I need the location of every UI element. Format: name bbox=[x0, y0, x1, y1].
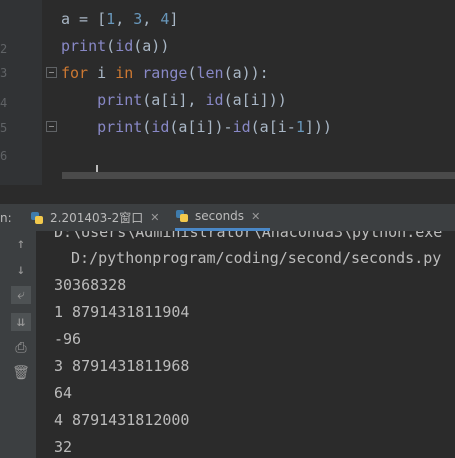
tab-run-config-1[interactable]: 2.201403-2窗口 ✕ bbox=[30, 204, 159, 231]
console-output[interactable]: D:\Users\Administrator\Anaconda3\python.… bbox=[36, 231, 455, 458]
code-token: (a[i])) bbox=[223, 91, 287, 109]
line-number: 3 bbox=[0, 66, 8, 80]
console-line: 1 8791431811904 bbox=[54, 303, 190, 321]
code-token: (a[i- bbox=[250, 118, 296, 136]
run-tab-bar: n: 2.201403-2窗口 ✕ seconds ✕ bbox=[0, 204, 455, 231]
console-line: 64 bbox=[54, 384, 73, 402]
line-number: 5 bbox=[0, 121, 8, 135]
code-token: , bbox=[142, 10, 161, 28]
code-line: print(a[i], id(a[i])) bbox=[61, 91, 287, 109]
code-line: print(id(a[i])-id(a[i-1])) bbox=[61, 118, 332, 136]
line-number: 2 bbox=[0, 42, 8, 56]
up-arrow-icon[interactable]: ↑ bbox=[11, 235, 31, 253]
tab-seconds[interactable]: seconds ✕ bbox=[175, 204, 271, 231]
horizontal-scrollbar[interactable] bbox=[62, 172, 455, 179]
console-toolbar: ↑ ↓ ⤶ ⇊ ⎙ 🗑 bbox=[0, 231, 36, 458]
code-token: (a[i], bbox=[142, 91, 206, 109]
code-editor[interactable]: 2 3 4 5 6 a = [1, 3, 4] print(id(a)) for… bbox=[0, 0, 455, 185]
code-token: print bbox=[97, 118, 143, 136]
console-line: D:\Users\Administrator\Anaconda3\python.… bbox=[54, 231, 443, 241]
code-token: ])) bbox=[304, 118, 332, 136]
code-line: for i in range(len(a)): bbox=[61, 64, 269, 82]
code-token: i bbox=[88, 64, 116, 82]
code-line: print(id(a)) bbox=[61, 37, 169, 55]
python-file-icon bbox=[30, 211, 44, 225]
close-icon[interactable]: ✕ bbox=[251, 210, 260, 223]
code-token: (a[i])- bbox=[169, 118, 233, 136]
code-token: ( bbox=[106, 37, 116, 55]
console-line: D:/pythonprogram/coding/second/seconds.p… bbox=[62, 249, 442, 267]
fold-toggle-icon[interactable] bbox=[46, 67, 57, 78]
code-token: (a)): bbox=[223, 64, 269, 82]
console-line: 30368328 bbox=[54, 276, 127, 294]
console-line: 4 8791431812000 bbox=[54, 411, 190, 429]
line-number: 4 bbox=[0, 96, 8, 110]
run-label: n: bbox=[0, 210, 12, 225]
fold-toggle-icon[interactable] bbox=[46, 121, 57, 132]
scroll-to-end-icon[interactable]: ⇊ bbox=[11, 313, 31, 331]
tab-label: seconds bbox=[195, 209, 245, 223]
code-token: id bbox=[232, 118, 251, 136]
tab-label: 2.201403-2窗口 bbox=[50, 211, 144, 225]
trash-icon[interactable]: 🗑 bbox=[11, 364, 31, 382]
python-file-icon bbox=[175, 209, 189, 223]
code-token: 1 bbox=[295, 118, 305, 136]
code-token: range bbox=[142, 64, 188, 82]
code-token: id bbox=[115, 37, 134, 55]
soft-wrap-icon[interactable]: ⤶ bbox=[11, 286, 31, 304]
code-token: for bbox=[61, 64, 89, 82]
code-token: ] bbox=[169, 10, 179, 28]
down-arrow-icon[interactable]: ↓ bbox=[11, 261, 31, 279]
line-gutter: 2 3 4 5 6 bbox=[0, 0, 42, 185]
print-icon[interactable]: ⎙ bbox=[11, 339, 31, 357]
code-token: print bbox=[61, 37, 107, 55]
line-number: 6 bbox=[0, 149, 8, 163]
console-line: 3 8791431811968 bbox=[54, 357, 190, 375]
code-token: print bbox=[97, 91, 143, 109]
code-token: in bbox=[115, 64, 134, 82]
console-line: -96 bbox=[54, 330, 82, 348]
code-token: , bbox=[115, 10, 134, 28]
close-icon[interactable]: ✕ bbox=[150, 211, 159, 224]
code-token: ( bbox=[142, 118, 152, 136]
code-token: 3 bbox=[133, 10, 143, 28]
code-line: a = [1, 3, 4] bbox=[61, 10, 178, 28]
code-token: a = [ bbox=[61, 10, 107, 28]
code-token: id bbox=[151, 118, 170, 136]
code-token: id bbox=[205, 91, 224, 109]
console-line: 32 bbox=[54, 438, 73, 456]
code-token: 1 bbox=[106, 10, 116, 28]
code-token: (a)) bbox=[133, 37, 170, 55]
code-token: len bbox=[196, 64, 224, 82]
